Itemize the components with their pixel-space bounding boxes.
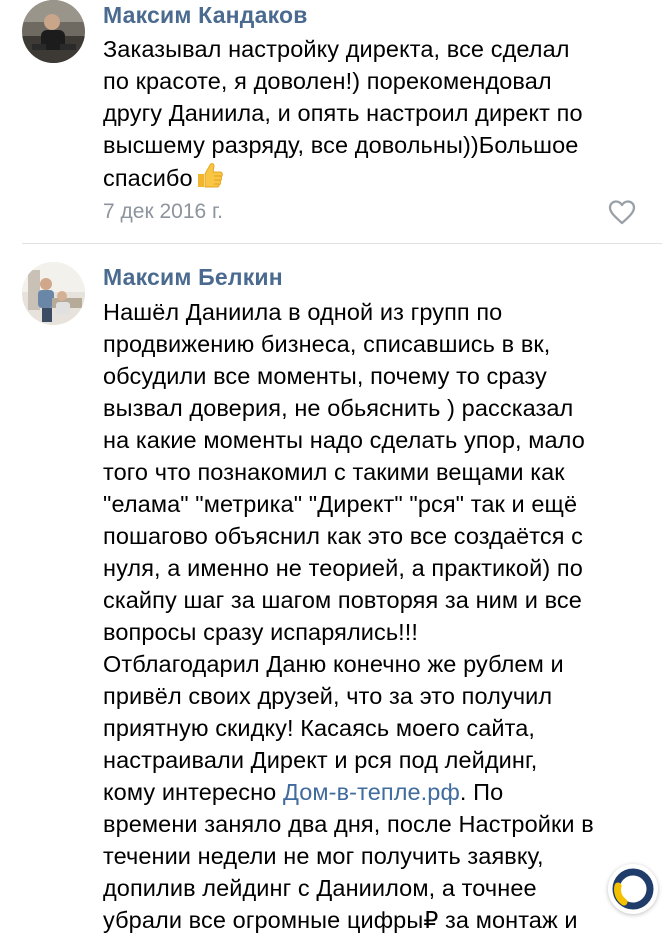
comment-text-line: Отблагодарил Даню конечно же рублем и (103, 651, 564, 677)
comment-text-line: убрали все огромные цифры₽ за монтаж и (103, 907, 578, 933)
comment-item: Максим Белкин Нашёл Даниила в одной из г… (0, 244, 662, 933)
comment-text-line: продвижению бизнеса, списавшись в вк, (103, 331, 551, 357)
comment-text-line: допилив лейдинг с Даниилом, а точнее (103, 875, 537, 901)
comment-text-line: обсудили все моменты, почему то сразу (103, 363, 547, 389)
avatar[interactable] (22, 262, 85, 325)
comment-text-line: на какие моменты надо сделать упор, мало (103, 427, 585, 453)
comment-text-line: течении недели не мог получить заявку, (103, 843, 544, 869)
website-link[interactable]: Дом-в-тепле.рф (283, 779, 460, 805)
heart-outline-icon[interactable] (608, 199, 636, 225)
comment-date: 7 дек 2016 г. (103, 200, 223, 223)
comment-text-segment: кому интересно (103, 779, 283, 805)
comment-text-line: кому интересно Дом-в-тепле.рф. По (103, 776, 643, 808)
comment-text-line: вопросы сразу испарялись!!! (103, 619, 419, 645)
comment-text: Нашёл Даниила в одной из групп по продви… (103, 296, 643, 936)
comment-text-line: привёл своих друзей, что за это получил (103, 683, 553, 709)
comment-text-line: вызвал доверия, не обьяснить ) рассказал (103, 395, 574, 421)
comment-text-line: нуля, а именно не теорией, а практикой) … (103, 555, 583, 581)
thumbs-up-emoji-icon (197, 163, 223, 188)
comment-text-line: по красоте, я доволен!) порекомендовал (103, 68, 552, 94)
comment-text-line: пошагово объяснил как это все создаётся … (103, 523, 584, 549)
comment-text-segment: спасибо (103, 165, 193, 191)
comment-text-line: Нашёл Даниила в одной из групп по (103, 299, 503, 325)
comment-text-line: того что познакомил с такими вещами как (103, 459, 565, 485)
comment-text-line: настраивали Директ и рся под лейдинг, (103, 747, 538, 773)
comment-author[interactable]: Максим Кандаков (103, 2, 308, 29)
comment-text-line: скайпу шаг за шагом повторяя за ним и вс… (103, 587, 582, 613)
comment-text-line: другу Даниила, и опять настроил директ п… (103, 100, 583, 126)
comment-text-line: времени заняло два дня, после Настройки … (103, 811, 594, 837)
comment-text-line: "елама" "метрика" "Директ" "рся" так и е… (103, 491, 578, 517)
comment-item: Максим Кандаков Заказывал настройку дире… (0, 0, 662, 243)
logo-badge-icon (608, 864, 658, 914)
comment-text-line: высшему разряду, все довольны))Большое (103, 132, 579, 158)
comment-author[interactable]: Максим Белкин (103, 264, 283, 291)
comment-text: Заказывал настройку директа, все сделал … (103, 33, 643, 194)
comment-text-line: Заказывал настройку директа, все сделал (103, 36, 570, 62)
comment-text-line: приятную скидку! Касаясь моего сайта, (103, 715, 536, 741)
comment-text-segment: . По (459, 779, 504, 805)
comment-text-line: спасибо (103, 161, 643, 194)
avatar[interactable] (22, 0, 85, 63)
